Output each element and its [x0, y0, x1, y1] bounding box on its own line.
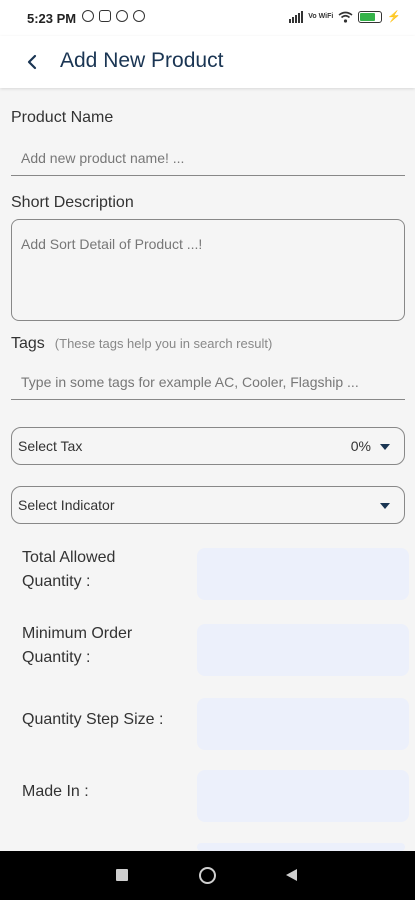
tax-select[interactable]: Select Tax 0%	[11, 427, 405, 465]
indicator-select-label: Select Indicator	[18, 497, 115, 513]
charging-icon: ⚡	[387, 11, 401, 23]
quantity-step-size-label: Quantity Step Size :	[22, 711, 164, 728]
signal-icon	[289, 10, 304, 23]
minimum-order-quantity-input[interactable]	[197, 624, 409, 676]
total-allowed-quantity-input[interactable]	[197, 548, 409, 600]
app-bar: Add New Product	[0, 36, 415, 88]
battery-icon	[358, 10, 383, 23]
vowifi-label: Vo WiFi	[308, 13, 334, 20]
made-in-label: Made In :	[22, 783, 89, 800]
next-field-partial	[197, 843, 405, 851]
chevron-left-icon	[27, 54, 37, 70]
total-allowed-quantity-label: Total Allowed Quantity :	[22, 546, 115, 594]
back-icon[interactable]	[286, 869, 297, 881]
tags-label-row: Tags (These tags help you in search resul…	[11, 335, 272, 353]
tax-select-value: 0%	[350, 438, 371, 454]
blocked-icon	[133, 10, 145, 22]
page-title: Add New Product	[60, 49, 224, 72]
home-icon[interactable]	[199, 867, 216, 884]
wifi-icon	[338, 11, 353, 23]
status-bar: 5:23 PM Vo WiFi ⚡	[0, 0, 415, 36]
made-in-input[interactable]	[197, 770, 409, 822]
chevron-down-icon	[380, 503, 390, 509]
product-name-label: Product Name	[11, 109, 114, 126]
short-description-textarea[interactable]	[11, 219, 405, 321]
short-description-label: Short Description	[11, 194, 134, 211]
tags-input[interactable]	[11, 364, 405, 400]
instagram-icon	[99, 10, 111, 22]
minimum-order-quantity-label: Minimum Order Quantity :	[22, 622, 132, 670]
blocked-icon	[116, 10, 128, 22]
alarm-icon	[82, 10, 94, 22]
indicator-select[interactable]: Select Indicator	[11, 486, 405, 524]
product-name-input[interactable]	[11, 140, 405, 176]
back-button[interactable]	[18, 48, 46, 76]
tags-label: Tags	[11, 335, 45, 352]
total-allowed-quantity-label-line2: Quantity :	[22, 573, 91, 590]
minimum-order-quantity-label-line2: Quantity :	[22, 649, 91, 666]
tax-select-label: Select Tax	[18, 438, 83, 454]
status-notification-icons	[82, 10, 145, 22]
status-time: 5:23 PM	[27, 11, 77, 26]
total-allowed-quantity-label-line1: Total Allowed	[22, 549, 116, 566]
status-system-icons: Vo WiFi ⚡	[289, 10, 401, 23]
tags-hint: (These tags help you in search result)	[54, 336, 273, 351]
quantity-step-size-input[interactable]	[197, 698, 409, 750]
recents-icon[interactable]	[116, 869, 128, 881]
minimum-order-quantity-label-line1: Minimum Order	[22, 625, 133, 642]
chevron-down-icon	[380, 444, 390, 450]
